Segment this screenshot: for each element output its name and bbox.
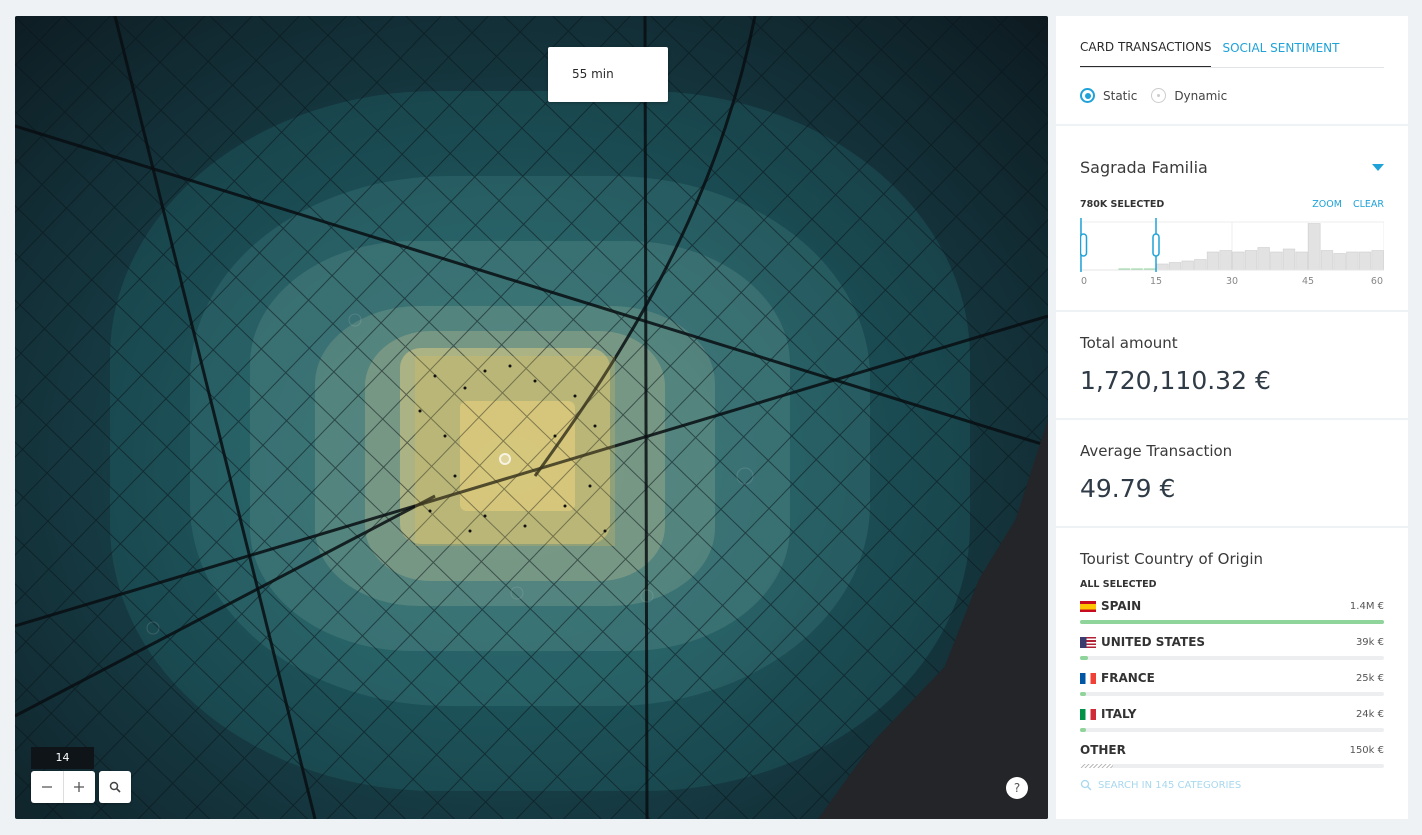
search-icon (109, 781, 121, 793)
travel-time-label: 55 min (548, 47, 668, 102)
range-handle (1079, 233, 1088, 257)
average-transaction-value: 49.79 € (1080, 474, 1176, 503)
radio-dynamic-label: Dynamic (1174, 88, 1228, 103)
histogram-bar (1156, 263, 1169, 271)
histogram-bar (1219, 250, 1232, 271)
histogram-links: ZOOM CLEAR (1304, 199, 1384, 210)
histogram-bar (1270, 251, 1283, 271)
histogram-tick-label: 30 (1226, 276, 1238, 287)
country-selection-status: ALL SELECTED (1080, 579, 1157, 590)
caret-down-icon (1372, 164, 1384, 171)
total-amount-value: 1,720,110.32 € (1080, 366, 1271, 395)
map-view[interactable]: 55 min 14 ? (15, 16, 1048, 819)
category-search-placeholder: SEARCH IN 145 CATEGORIES (1098, 779, 1242, 791)
zoom-level-indicator: 14 (31, 747, 94, 769)
zoom-out-button[interactable] (31, 771, 64, 803)
histogram-bar (1206, 251, 1220, 271)
average-transaction-card: Average Transaction 49.79 € (1056, 420, 1408, 526)
histogram-header: 780K SELECTED ZOOM CLEAR (1080, 199, 1384, 210)
total-amount-label: Total amount (1080, 334, 1178, 352)
country-item-other[interactable]: OTHER 150k € (1080, 743, 1384, 770)
italy-flag-icon (1080, 708, 1096, 720)
tab-social-sentiment[interactable]: SOCIAL SENTIMENT (1222, 41, 1339, 67)
minus-icon (41, 786, 52, 788)
country-name: OTHER (1080, 743, 1126, 757)
radio-unchecked-icon (1151, 88, 1167, 103)
country-amount: 1.4M € (1349, 600, 1384, 612)
radio-static[interactable]: Static (1080, 88, 1137, 103)
help-button[interactable]: ? (1006, 777, 1028, 799)
country-share-bar (1080, 764, 1384, 768)
country-amount: 150k € (1349, 744, 1384, 756)
country-share-bar (1080, 656, 1384, 660)
transaction-points (415, 356, 615, 546)
histogram-bar (1308, 223, 1321, 271)
mode-radio-group: Static Dynamic (1080, 88, 1384, 103)
tab-card-transactions[interactable]: CARD TRANSACTIONS (1080, 40, 1212, 67)
histogram-bar (1333, 253, 1346, 271)
map-search-button[interactable] (99, 771, 131, 803)
search-icon (1080, 779, 1092, 791)
range-handle (1152, 233, 1160, 257)
histogram-chart[interactable]: 0 15 30 45 60 (1079, 218, 1385, 288)
zoom-in-button[interactable] (64, 771, 96, 803)
zoom-controls (31, 771, 95, 803)
location-marker[interactable] (499, 453, 511, 465)
histogram-bar (1232, 251, 1245, 271)
country-name: SPAIN (1101, 599, 1142, 613)
country-share-bar (1080, 728, 1384, 732)
histogram-bar (1346, 251, 1359, 271)
time-histogram[interactable]: 0 15 30 45 60 (1079, 218, 1385, 288)
data-source-card: CARD TRANSACTIONS SOCIAL SENTIMENT Stati… (1056, 16, 1408, 124)
country-share-bar (1080, 692, 1384, 696)
country-origin-card: Tourist Country of Origin ALL SELECTED S… (1056, 528, 1408, 819)
histogram-tick-label: 60 (1371, 276, 1383, 287)
sidebar: CARD TRANSACTIONS SOCIAL SENTIMENT Stati… (1056, 16, 1408, 819)
histogram-bar (1257, 247, 1270, 271)
location-card: Sagrada Familia 780K SELECTED ZOOM CLEAR… (1056, 126, 1408, 310)
histogram-bar (1194, 259, 1207, 271)
location-select-value: Sagrada Familia (1080, 158, 1208, 177)
spain-flag-icon (1080, 600, 1096, 612)
location-select[interactable]: Sagrada Familia (1080, 158, 1384, 177)
country-amount: 24k € (1355, 708, 1384, 720)
clear-link[interactable]: CLEAR (1353, 199, 1384, 210)
histogram-bar (1295, 251, 1308, 271)
category-search[interactable]: SEARCH IN 145 CATEGORIES (1080, 779, 1384, 791)
histogram-bar (1358, 251, 1372, 271)
country-item-italy[interactable]: ITALY 24k € (1080, 707, 1384, 734)
street-grid (15, 16, 1048, 819)
radio-checked-icon (1080, 88, 1095, 103)
country-name: ITALY (1101, 707, 1137, 721)
plus-icon (74, 782, 85, 792)
zoom-link[interactable]: ZOOM (1312, 199, 1342, 210)
country-origin-title: Tourist Country of Origin (1080, 550, 1264, 568)
country-amount: 25k € (1355, 672, 1384, 684)
histogram-bar (1181, 260, 1194, 271)
histogram-tick-label: 45 (1302, 276, 1314, 287)
country-name: FRANCE (1101, 671, 1155, 685)
country-item-spain[interactable]: SPAIN 1.4M € (1080, 599, 1384, 626)
tab-bar: CARD TRANSACTIONS SOCIAL SENTIMENT (1080, 16, 1384, 68)
country-name: UNITED STATES (1101, 635, 1206, 649)
country-item-united-states[interactable]: UNITED STATES 39k € (1080, 635, 1384, 662)
histogram-tick-label: 15 (1150, 276, 1162, 287)
histogram-bar (1320, 250, 1334, 271)
histogram-bar (1282, 248, 1296, 271)
selection-count: 780K SELECTED (1080, 199, 1165, 210)
histogram-bar (1244, 250, 1258, 271)
radio-dynamic[interactable]: Dynamic (1151, 88, 1227, 103)
radio-static-label: Static (1103, 88, 1138, 103)
country-item-france[interactable]: FRANCE 25k € (1080, 671, 1384, 698)
france-flag-icon (1080, 672, 1096, 684)
country-share-bar (1080, 620, 1384, 624)
histogram-bar (1168, 262, 1182, 271)
histogram-bar (1371, 250, 1384, 271)
travel-time-value: 55 min (572, 67, 614, 81)
histogram-tick-label: 0 (1081, 276, 1087, 287)
average-transaction-label: Average Transaction (1080, 442, 1233, 460)
country-amount: 39k € (1355, 636, 1384, 648)
usa-flag-icon (1080, 636, 1096, 648)
total-amount-card: Total amount 1,720,110.32 € (1056, 312, 1408, 418)
